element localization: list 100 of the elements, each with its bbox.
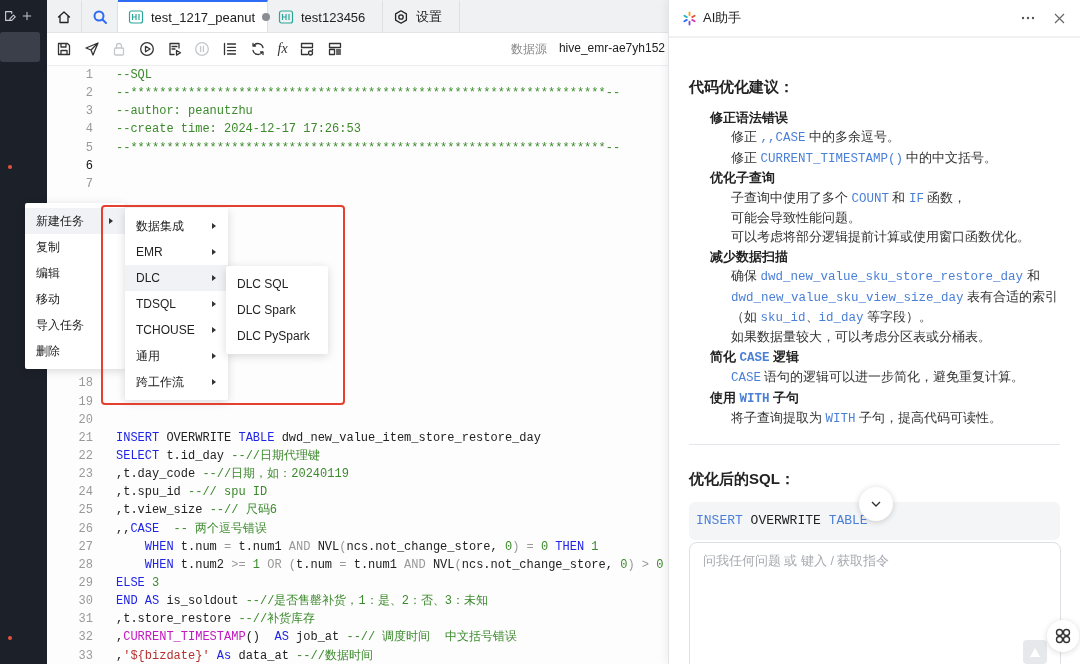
line-number: 27 <box>77 538 93 556</box>
line-number: 6 <box>84 157 93 175</box>
close-icon[interactable] <box>1053 11 1066 25</box>
code-line: --author: peanutzhu <box>116 103 253 121</box>
section-heading: 代码优化建议： <box>689 77 795 97</box>
line-number: 25 <box>77 502 93 520</box>
play-icon[interactable] <box>139 41 156 57</box>
line-number: 31 <box>77 611 93 629</box>
code-line: --SQL <box>116 67 152 84</box>
code-line: INSERT OVERWRITE TABLE dwd_new_value_item_store_restore_day <box>116 429 541 447</box>
menu-item[interactable]: 导入任务 <box>25 312 125 338</box>
line-number: 4 <box>84 121 93 139</box>
line-number: 2 <box>84 85 93 103</box>
code-line: ,t.store_restore --//补货库存 <box>116 611 316 629</box>
suggestion-title: 使用 WITH 子句 <box>708 389 800 408</box>
file-tab[interactable]: test_1217_peanut <box>118 0 268 32</box>
code-line: ,t.view_size --// 尺码6 <box>116 502 277 520</box>
menu-item[interactable]: DLC <box>125 265 228 291</box>
suggestion-text: CASE 语句的逻辑可以进一步简化，避免重复计算。 <box>730 369 1026 388</box>
code-line: SELECT t.id_day --//日期代理键 <box>116 447 321 465</box>
formula-button[interactable]: fx <box>277 41 288 57</box>
sparkle-icon <box>682 10 697 26</box>
edit-icon[interactable] <box>3 9 17 23</box>
line-number: 30 <box>77 593 93 611</box>
line-number: 22 <box>77 447 93 465</box>
notification-dot <box>8 165 12 169</box>
menu-item[interactable]: 通用 <box>125 343 228 369</box>
settings-tab[interactable]: 设置 <box>383 0 460 32</box>
config-icon[interactable] <box>299 41 316 57</box>
line-number: 18 <box>77 375 93 393</box>
menu-item[interactable]: 新建任务 <box>25 208 125 234</box>
code-line: ,,CASE -- 两个逗号错误 <box>116 520 268 538</box>
code-line: --******************************************************************-- <box>116 139 621 157</box>
line-number: 21 <box>77 429 93 447</box>
code-line: ,t.day_code --//日期，如：20240119 <box>116 466 349 484</box>
menu-item[interactable]: TDSQL <box>125 291 228 317</box>
code-line: ,CURRENT_TIMESTAMP() AS job_at --// 调度时间 中文括号错误 <box>116 629 517 647</box>
save-icon[interactable] <box>56 41 72 57</box>
search-icon <box>91 9 108 25</box>
code-line: WHEN t.num = t.num1 AND NVL(ncs.not_change_store, 0) = 0 THEN 1 <box>143 538 599 556</box>
notification-dot <box>8 636 12 640</box>
menu-item[interactable]: 跨工作流 <box>125 369 228 395</box>
refresh-icon[interactable] <box>249 41 266 57</box>
suggestion-text: 可以考虑将部分逻辑提前计算或使用窗口函数优化。 <box>730 229 1031 247</box>
line-number: 5 <box>84 139 93 157</box>
section-heading: 优化后的SQL： <box>689 468 796 489</box>
suggestion-text: 子查询中使用了多个 COUNT 和 IF 函数， <box>730 189 968 208</box>
suggestion-text: 修正 ,,CASE 中的多余逗号。 <box>730 129 901 148</box>
suggestion-title: 优化子查询 <box>708 170 776 188</box>
line-number: 23 <box>77 466 93 484</box>
arrow-up-icon <box>1029 646 1041 658</box>
config-list-icon[interactable] <box>327 41 343 57</box>
home-icon <box>56 9 72 25</box>
apps-button[interactable] <box>1047 620 1079 652</box>
datasource-label: 数据源 <box>510 40 547 58</box>
menu-item[interactable]: 移动 <box>25 286 125 312</box>
suggestion-text: 将子查询提取为 WITH 子句，提高代码可读性。 <box>730 410 1003 429</box>
menu-item[interactable]: 删除 <box>25 338 125 364</box>
suggestion-text: 可能会导致性能问题。 <box>730 210 862 228</box>
list-icon[interactable] <box>222 41 239 57</box>
menu-item[interactable]: DLC SQL <box>226 271 328 297</box>
add-icon[interactable] <box>21 10 33 22</box>
file-icon <box>128 9 144 25</box>
suggestion-text: 如果数据量较大，可以考虑分区表或分桶表。 <box>730 329 992 347</box>
suggestion-title: 简化 CASE 逻辑 <box>709 348 800 367</box>
menu-item[interactable]: 复制 <box>25 234 125 260</box>
code-line: --create time: 2024-12-17 17:26:53 <box>116 121 361 139</box>
more-icon[interactable] <box>1021 16 1035 20</box>
code-line: ,t.spu_id --// spu ID <box>116 484 268 502</box>
line-number: 32 <box>77 629 93 647</box>
menu-item[interactable]: 数据集成 <box>125 213 228 239</box>
menu-item[interactable]: EMR <box>125 239 228 265</box>
chevron-down-icon <box>871 501 881 507</box>
line-number: 26 <box>77 520 93 538</box>
code-line: --******************************************************************-- <box>116 85 621 103</box>
datasource-value[interactable]: hive_emr-ae7yh152 <box>558 40 665 58</box>
line-number: 20 <box>77 411 93 429</box>
code-line: ELSE 3 <box>116 574 160 592</box>
code-line: WHEN t.num2 >= 1 OR (t.num = t.num1 AND NVL(ncs.not_change_store, 0) > 0 <box>143 556 664 574</box>
menu-item[interactable]: 编辑 <box>25 260 125 286</box>
line-number: 7 <box>84 175 93 193</box>
settings-icon <box>393 9 409 25</box>
menu-item[interactable]: DLC Spark <box>226 297 328 323</box>
suggestion-text: （如 sku_id、id_day 等字段）。 <box>730 309 933 328</box>
suggestion-title: 减少数据扫描 <box>709 248 789 266</box>
line-number: 19 <box>77 393 93 411</box>
menu-item[interactable]: TCHOUSE <box>125 317 228 343</box>
menu-item[interactable]: DLC PySpark <box>226 323 328 349</box>
line-number: 28 <box>77 556 93 574</box>
send-icon[interactable] <box>83 41 100 57</box>
panel-title: AI助手 <box>703 9 742 27</box>
suggestion-title: 修正语法错误 <box>708 110 789 127</box>
suggestion-text: 修正 CURRENT_TIMESTAMP() 中的中文括号。 <box>730 149 999 168</box>
line-number: 24 <box>77 484 93 502</box>
suggestion-text: dwd_new_value_sku_view_size_day 表有合适的索引 <box>730 288 1060 307</box>
suggestion-text: 确保 dwd_new_value_sku_store_restore_day 和 <box>730 268 1041 287</box>
file-icon <box>278 9 294 25</box>
file-tab[interactable]: test123456 <box>268 0 383 32</box>
question-input[interactable]: 问我任何问题 或 键入 / 获取指令 <box>689 541 1061 664</box>
run-file-icon[interactable] <box>166 41 183 57</box>
